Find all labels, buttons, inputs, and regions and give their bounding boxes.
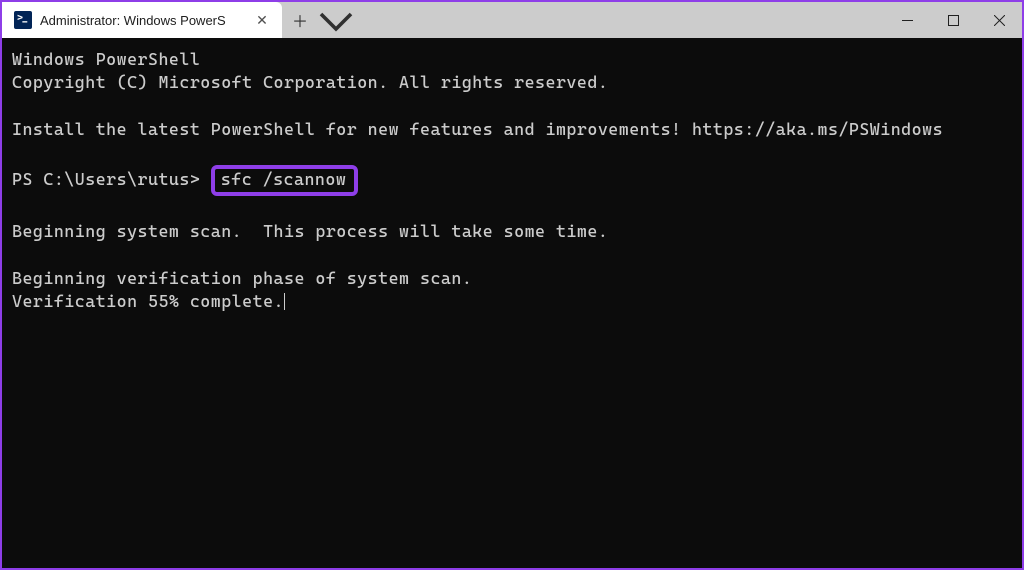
output-line: Beginning system scan. This process will…: [12, 221, 608, 241]
output-line: Install the latest PowerShell for new fe…: [12, 119, 943, 139]
command-text: sfc /scannow: [221, 169, 347, 189]
terminal-output[interactable]: Windows PowerShell Copyright (C) Microso…: [2, 38, 1022, 322]
chevron-down-icon: [318, 2, 354, 38]
close-button[interactable]: [976, 2, 1022, 38]
highlighted-command: sfc /scannow: [211, 165, 359, 196]
output-line: Beginning verification phase of system s…: [12, 268, 472, 288]
output-line: Verification 55% complete.: [12, 291, 284, 311]
close-icon: [994, 15, 1005, 26]
powershell-icon: [14, 11, 32, 29]
text-cursor: [284, 293, 285, 310]
maximize-icon: [948, 15, 959, 26]
output-line: Copyright (C) Microsoft Corporation. All…: [12, 72, 608, 92]
maximize-button[interactable]: [930, 2, 976, 38]
tab-dropdown-button[interactable]: [318, 2, 354, 38]
output-line: Windows PowerShell: [12, 49, 200, 69]
minimize-button[interactable]: [884, 2, 930, 38]
window-controls: [884, 2, 1022, 38]
minimize-icon: [902, 15, 913, 26]
titlebar: Administrator: Windows PowerS ✕ ＋: [2, 2, 1022, 38]
active-tab[interactable]: Administrator: Windows PowerS ✕: [2, 2, 282, 38]
prompt-text: PS C:\Users\rutus>: [12, 169, 211, 189]
tab-close-button[interactable]: ✕: [252, 10, 272, 30]
new-tab-button[interactable]: ＋: [282, 2, 318, 38]
tab-title: Administrator: Windows PowerS: [40, 13, 244, 28]
titlebar-left: Administrator: Windows PowerS ✕ ＋: [2, 2, 354, 38]
